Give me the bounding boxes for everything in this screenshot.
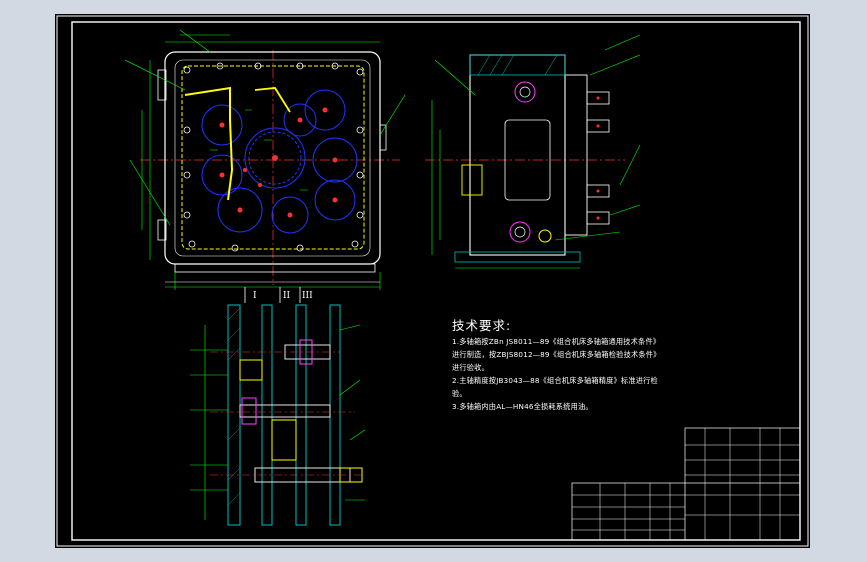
requirement-line: 3.多轴箱内由AL—HN46全损耗系统用油。 xyxy=(452,402,593,411)
technical-requirements: 技术要求: 1.多轴箱按ZBn JS8011—89《组合机床多轴箱通用技术条件》… xyxy=(452,318,661,413)
drawing-sheet xyxy=(55,14,810,548)
requirement-line: 2.主轴精度按JB3043—88《组合机床多轴箱精度》标准进行检 xyxy=(452,376,658,385)
requirement-line: 验。 xyxy=(452,389,467,398)
gearbox-assembly-drawing: I II III xyxy=(55,14,810,548)
cad-viewport[interactable]: I II III 技术要求: 1.多轴箱按ZBn JS8011—89《组合机床多… xyxy=(0,0,867,562)
section-label-iii: III xyxy=(302,291,313,301)
technical-requirements-title: 技术要求: xyxy=(452,318,512,333)
requirement-line: 进行制造，按ZBJS8012—89《组合机床多轴箱检验技术条件》 xyxy=(452,350,661,359)
requirement-line: 1.多轴箱按ZBn JS8011—89《组合机床多轴箱通用技术条件》 xyxy=(452,337,661,346)
section-label-i: I xyxy=(253,291,257,301)
section-label-ii: II xyxy=(283,291,291,301)
requirement-line: 进行验收。 xyxy=(452,363,489,372)
